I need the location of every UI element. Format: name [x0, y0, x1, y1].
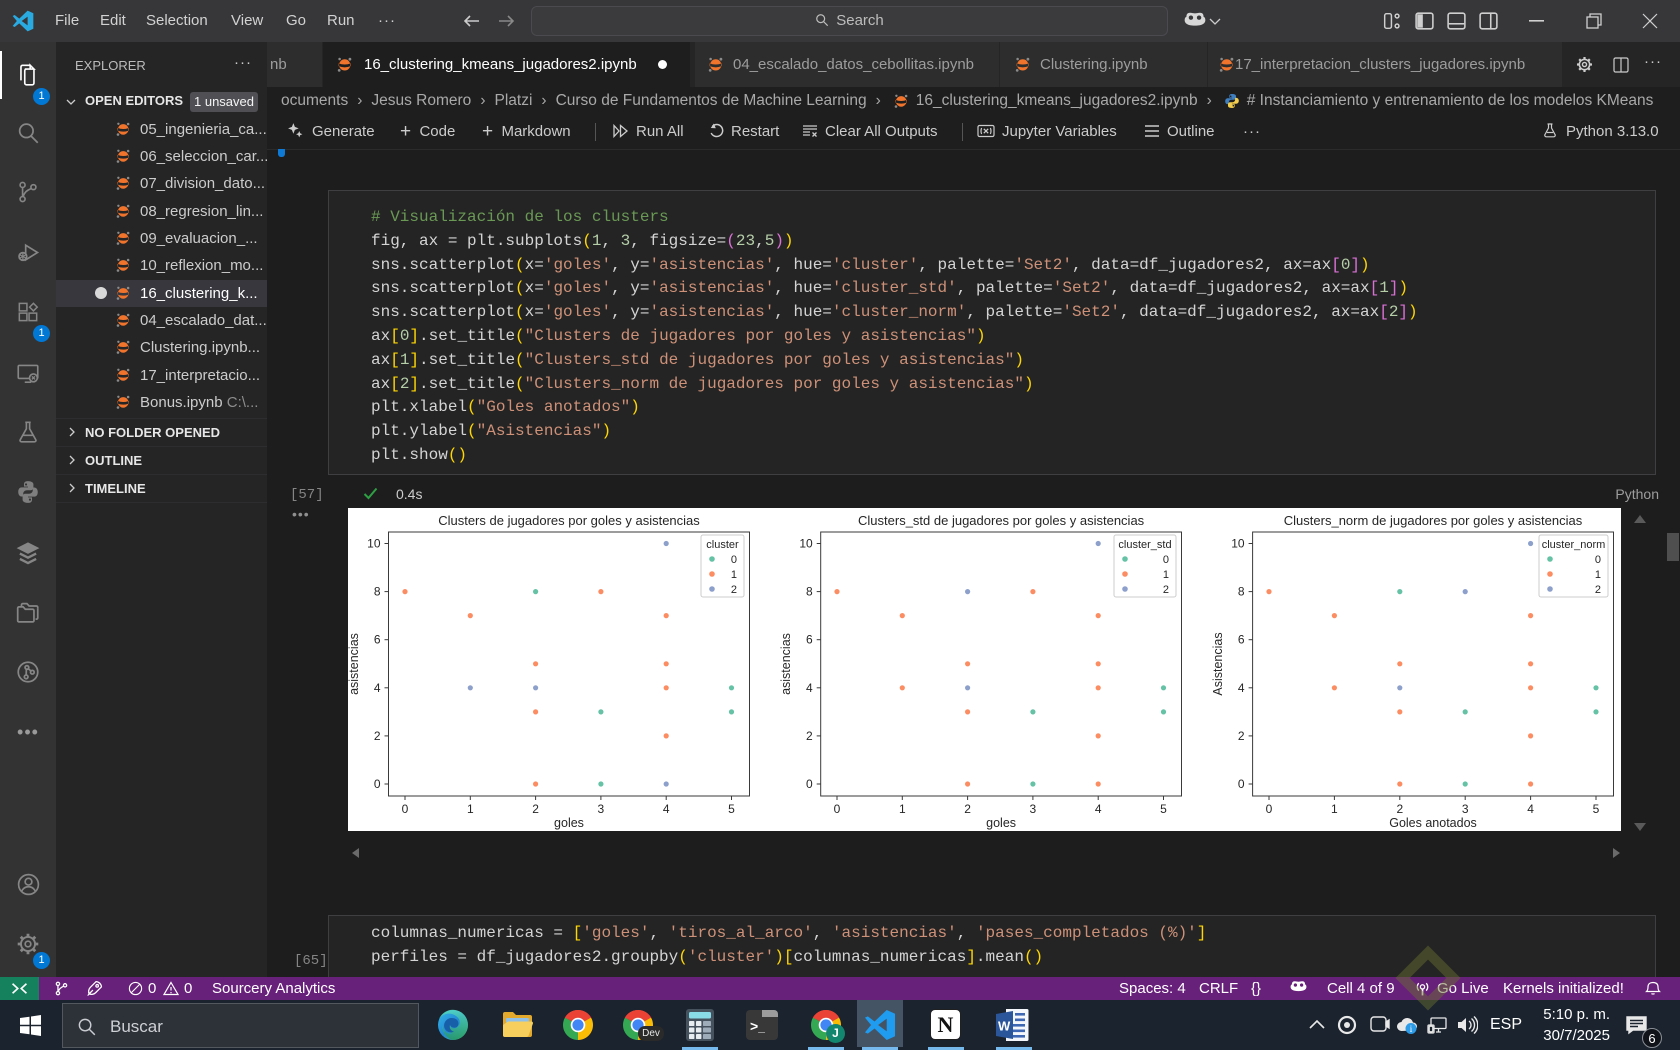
svg-text:0: 0 [1266, 802, 1273, 816]
svg-text:2: 2 [1238, 729, 1245, 743]
svg-text:2: 2 [1595, 584, 1601, 596]
svg-text:2: 2 [806, 729, 813, 743]
svg-text:2: 2 [1163, 584, 1169, 596]
svg-text:5: 5 [728, 802, 735, 816]
svg-text:1: 1 [731, 569, 737, 581]
svg-text:0: 0 [1595, 554, 1601, 566]
svg-text:Asistencias: Asistencias [1211, 632, 1225, 695]
svg-text:10: 10 [799, 537, 813, 551]
svg-text:6: 6 [374, 633, 381, 647]
svg-text:0: 0 [1238, 777, 1245, 791]
svg-text:3: 3 [598, 802, 605, 816]
svg-text:0: 0 [731, 554, 737, 566]
svg-text:8: 8 [1238, 585, 1245, 599]
svg-text:1: 1 [1595, 569, 1601, 581]
svg-text:8: 8 [806, 585, 813, 599]
svg-text:5: 5 [1160, 802, 1167, 816]
svg-text:asistencias: asistencias [779, 633, 793, 695]
svg-text:0: 0 [374, 777, 381, 791]
svg-text:cluster_norm: cluster_norm [1542, 539, 1606, 551]
svg-text:8: 8 [374, 585, 381, 599]
svg-text:10: 10 [367, 537, 381, 551]
svg-text:Goles anotados: Goles anotados [1389, 816, 1477, 830]
svg-text:3: 3 [1030, 802, 1037, 816]
svg-text:6: 6 [1238, 633, 1245, 647]
svg-text:Clusters_norm de jugadores por: Clusters_norm de jugadores por goles y a… [1284, 513, 1583, 528]
svg-text:1: 1 [899, 802, 906, 816]
svg-text:0: 0 [834, 802, 841, 816]
svg-text:cluster_std: cluster_std [1118, 539, 1171, 551]
svg-text:W: W [998, 1019, 1011, 1034]
svg-text:2: 2 [374, 729, 381, 743]
svg-text:4: 4 [1527, 802, 1534, 816]
svg-text:0: 0 [402, 802, 409, 816]
svg-text:goles: goles [986, 816, 1016, 830]
svg-text:Clusters de jugadores por gole: Clusters de jugadores por goles y asiste… [438, 513, 700, 528]
svg-text:goles: goles [554, 816, 584, 830]
svg-text:1: 1 [1163, 569, 1169, 581]
svg-text:4: 4 [374, 681, 381, 695]
svg-text:4: 4 [806, 681, 813, 695]
svg-text:0: 0 [1163, 554, 1169, 566]
svg-text:1: 1 [467, 802, 474, 816]
svg-text:3: 3 [1462, 802, 1469, 816]
svg-text:Clusters_std de jugadores por: Clusters_std de jugadores por goles y as… [858, 513, 1145, 528]
svg-text:cluster: cluster [706, 539, 739, 551]
svg-text:2: 2 [964, 802, 971, 816]
svg-text:2: 2 [731, 584, 737, 596]
svg-text:2: 2 [532, 802, 539, 816]
svg-text:4: 4 [1238, 681, 1245, 695]
svg-text:4: 4 [1095, 802, 1102, 816]
svg-text:0: 0 [806, 777, 813, 791]
svg-text:10: 10 [1231, 537, 1245, 551]
svg-text:4: 4 [663, 802, 670, 816]
svg-text:asistencias: asistencias [348, 633, 361, 695]
svg-text:5: 5 [1593, 802, 1600, 816]
svg-text:6: 6 [806, 633, 813, 647]
svg-text:1: 1 [1331, 802, 1338, 816]
svg-text:2: 2 [1396, 802, 1403, 816]
